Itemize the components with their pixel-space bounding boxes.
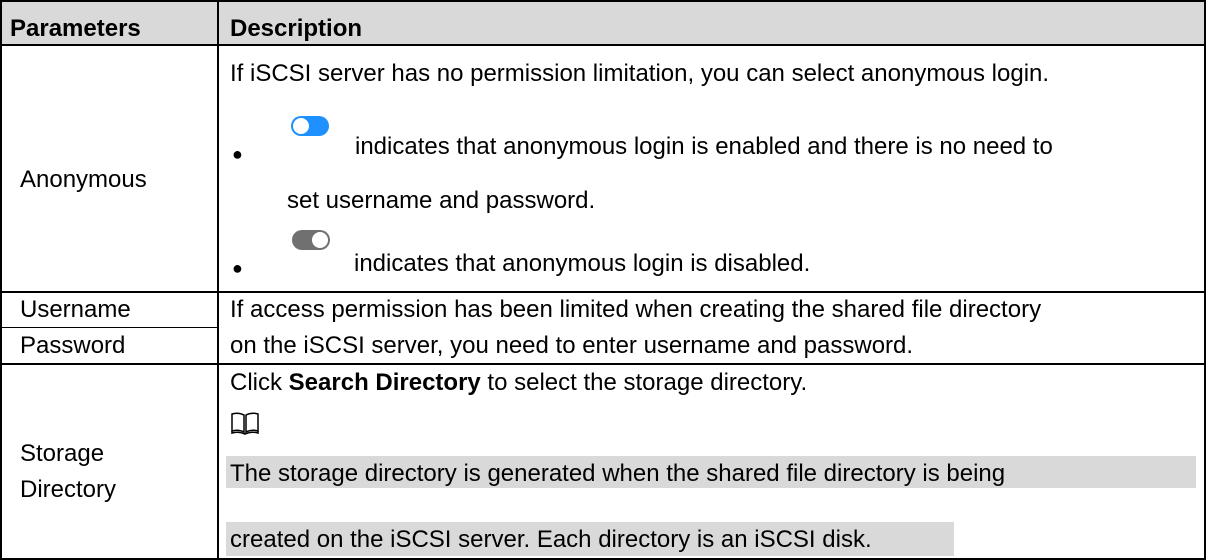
storage-instruction: Click Search Directory to select the sto…	[230, 369, 807, 397]
table-border-left	[0, 0, 2, 560]
table-header	[2, 2, 1204, 44]
table-border-top	[0, 0, 1206, 2]
storage-after-text: to select the storage directory.	[480, 369, 808, 396]
toggle-off-icon	[292, 230, 330, 250]
credentials-description-line1: If access permission has been limited wh…	[230, 296, 1042, 323]
header-divider	[0, 44, 1206, 46]
row-divider-username-password	[0, 327, 218, 328]
toggle-on-icon	[291, 116, 329, 136]
note-text-line1: The storage directory is generated when …	[230, 460, 1006, 487]
credentials-description-line2: on the iSCSI server, you need to enter u…	[230, 332, 914, 359]
param-password: Password	[20, 332, 126, 359]
header-parameters: Parameters	[10, 15, 141, 42]
header-description: Description	[230, 15, 363, 42]
column-divider	[217, 0, 219, 560]
enabled-description-line2: set username and password.	[287, 187, 596, 214]
param-storage-line1: Storage	[20, 440, 105, 467]
storage-click-text: Click	[230, 369, 289, 396]
disabled-description: indicates that anonymous login is disabl…	[354, 250, 811, 277]
param-anonymous: Anonymous	[20, 166, 147, 193]
row-divider-credentials	[0, 363, 1206, 365]
bullet-enabled: ●	[232, 144, 243, 164]
bullet-disabled: ●	[232, 258, 243, 278]
param-username: Username	[20, 296, 131, 323]
parameters-table: Parameters Description Anonymous If iSCS…	[0, 0, 1206, 560]
anonymous-intro: If iSCSI server has no permission limita…	[230, 60, 1050, 87]
search-directory-label: Search Directory	[288, 369, 481, 396]
row-divider-anonymous	[0, 291, 1206, 293]
enabled-description-line1: indicates that anonymous login is enable…	[355, 133, 1053, 160]
book-icon	[231, 412, 259, 435]
note-text-line2: created on the iSCSI server. Each direct…	[230, 526, 872, 553]
param-storage-line2: Directory	[20, 476, 117, 503]
